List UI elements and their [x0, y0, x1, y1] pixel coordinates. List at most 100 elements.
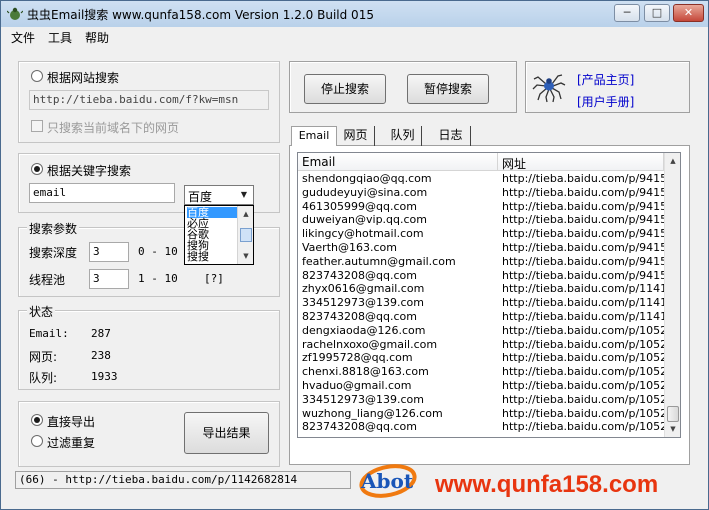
url-cell: http://tieba.baidu.com/p/1052907: [502, 351, 664, 365]
status-legend: 状态: [27, 303, 56, 320]
table-row[interactable]: rachelnxoxo@gmail.com http://tieba.baidu.…: [298, 338, 664, 352]
keyword-input[interactable]: email: [29, 183, 175, 203]
pause-search-button[interactable]: 暂停搜索: [407, 74, 489, 104]
minimize-button[interactable]: ─: [614, 4, 640, 22]
email-cell: chenxi.8818@163.com: [302, 365, 429, 379]
email-cell: wuzhong_liang@126.com: [302, 406, 443, 420]
table-row[interactable]: 334512973@139.com http://tieba.baidu.com/…: [298, 393, 664, 407]
url-cell: http://tieba.baidu.com/p/9415195: [502, 240, 664, 254]
dropdown-scroll-thumb[interactable]: [240, 228, 252, 242]
product-home-link[interactable]: [产品主页]: [577, 71, 634, 88]
same-domain-label: 只搜索当前域名下的网页: [47, 121, 180, 135]
table-row[interactable]: feather.autumn@gmail.com http://tieba.bai…: [298, 255, 664, 269]
menu-file[interactable]: 文件: [11, 29, 35, 46]
status-bar: (66) - http://tieba.baidu.com/p/11426828…: [15, 471, 351, 489]
depth-range: 0 - 10: [138, 245, 178, 258]
menu-tools[interactable]: 工具: [48, 29, 72, 46]
url-cell: http://tieba.baidu.com/p/1052907: [502, 337, 664, 351]
keyword-search-radio[interactable]: [31, 163, 43, 175]
filter-duplicate-radio[interactable]: [31, 435, 43, 447]
email-cell: hvaduo@gmail.com: [302, 378, 412, 392]
scroll-down-icon[interactable]: ▼: [665, 421, 680, 437]
url-cell: http://tieba.baidu.com/p/1052907: [502, 392, 664, 406]
table-row[interactable]: gududeyuyi@sina.com http://tieba.baidu.co…: [298, 186, 664, 200]
url-cell: http://tieba.baidu.com/p/1141788: [502, 296, 664, 310]
email-cell: 334512973@139.com: [302, 392, 424, 406]
user-manual-link[interactable]: [用户手册]: [577, 93, 634, 110]
email-cell: feather.autumn@gmail.com: [302, 254, 456, 268]
same-domain-checkbox[interactable]: [31, 120, 43, 132]
email-count-value: 287: [91, 327, 111, 340]
params-legend: 搜索参数: [27, 220, 80, 237]
menu-bar: 文件 工具 帮助: [1, 27, 708, 47]
abot-logo-text: Abot: [361, 469, 414, 493]
table-row[interactable]: 461305999@qq.com http://tieba.baidu.com/p…: [298, 200, 664, 214]
scroll-up-icon[interactable]: ▲: [238, 206, 253, 222]
tab-queue[interactable]: 队列: [384, 126, 422, 146]
direct-export-radio[interactable]: [31, 414, 43, 426]
email-cell: Vaerth@163.com: [302, 240, 397, 254]
app-window: 虫虫Email搜索 www.qunfa158.com Version 1.2.0…: [0, 0, 709, 510]
export-results-button[interactable]: 导出结果: [184, 412, 269, 454]
watermark-url: www.qunfa158.com: [435, 471, 659, 498]
engine-dropdown-list[interactable]: 百度 必应 谷歌 搜狗 搜搜 ▲ ▼: [184, 205, 254, 265]
email-cell: likingcy@hotmail.com: [302, 227, 424, 241]
site-url-field[interactable]: http://tieba.baidu.com/f?kw=msn: [29, 90, 269, 110]
page-count-label: 网页:: [29, 350, 58, 364]
site-search-radio[interactable]: [31, 70, 43, 82]
title-bar[interactable]: 虫虫Email搜索 www.qunfa158.com Version 1.2.0…: [1, 1, 708, 27]
email-cell: zf1995728@qq.com: [302, 351, 413, 365]
engine-option[interactable]: 搜搜: [187, 251, 237, 262]
table-row[interactable]: duweiyan@vip.qq.com http://tieba.baidu.co…: [298, 213, 664, 227]
dropdown-scrollbar[interactable]: ▲ ▼: [237, 206, 253, 264]
url-cell: http://tieba.baidu.com/p/9415195: [502, 227, 664, 241]
chevron-down-icon[interactable]: ▼: [236, 187, 252, 203]
table-row[interactable]: hvaduo@gmail.com http://tieba.baidu.com/p…: [298, 379, 664, 393]
column-header-email[interactable]: Email: [298, 153, 498, 171]
engine-selected-value: 百度: [188, 190, 213, 204]
table-row[interactable]: dengxiaoda@126.com http://tieba.baidu.com…: [298, 324, 664, 338]
table-row[interactable]: 823743208@qq.com http://tieba.baidu.com/p…: [298, 420, 664, 434]
direct-export-label: 直接导出: [47, 415, 96, 429]
list-scrollbar[interactable]: ▲ ▼: [664, 153, 680, 437]
table-row[interactable]: 823743208@qq.com http://tieba.baidu.com/p…: [298, 310, 664, 324]
url-cell: http://tieba.baidu.com/p/9415195: [502, 268, 664, 282]
tab-log[interactable]: 日志: [431, 126, 471, 146]
email-cell: 823743208@qq.com: [302, 420, 417, 434]
url-cell: http://tieba.baidu.com/p/9415195: [502, 185, 664, 199]
maximize-button[interactable]: □: [644, 4, 670, 22]
depth-input[interactable]: 3: [89, 242, 129, 262]
threads-input[interactable]: 3: [89, 269, 129, 289]
email-cell: 461305999@qq.com: [302, 199, 417, 213]
window-title: 虫虫Email搜索 www.qunfa158.com Version 1.2.0…: [27, 8, 374, 22]
threads-help-link[interactable]: [?]: [204, 272, 224, 285]
column-header-url[interactable]: 网址: [498, 153, 664, 171]
url-cell: http://tieba.baidu.com/p/1052907: [502, 323, 664, 337]
close-button[interactable]: ✕: [673, 4, 704, 22]
table-row[interactable]: shendongqiao@qq.com http://tieba.baidu.co…: [298, 172, 664, 186]
table-row[interactable]: likingcy@hotmail.com http://tieba.baidu.c…: [298, 227, 664, 241]
email-cell: 334512973@139.com: [302, 296, 424, 310]
scroll-down-icon[interactable]: ▼: [238, 248, 253, 264]
table-row[interactable]: chenxi.8818@163.com http://tieba.baidu.co…: [298, 365, 664, 379]
table-row[interactable]: 823743208@qq.com http://tieba.baidu.com/p…: [298, 269, 664, 283]
table-row[interactable]: zf1995728@qq.com http://tieba.baidu.com/p…: [298, 351, 664, 365]
menu-help[interactable]: 帮助: [85, 29, 109, 46]
table-row[interactable]: wuzhong_liang@126.com http://tieba.baidu.…: [298, 407, 664, 421]
stop-search-button[interactable]: 停止搜索: [304, 74, 386, 104]
table-row[interactable]: Vaerth@163.com http://tieba.baidu.com/p/9…: [298, 241, 664, 255]
queue-count-value: 1933: [91, 370, 118, 383]
tab-email[interactable]: Email: [291, 126, 337, 146]
tab-pages[interactable]: 网页: [337, 126, 375, 146]
bug-app-icon: [7, 7, 23, 20]
list-scroll-thumb[interactable]: [667, 406, 679, 422]
table-row[interactable]: zhyx0616@gmail.com http://tieba.baidu.com…: [298, 282, 664, 296]
page-count-value: 238: [91, 349, 111, 362]
keyword-search-label: 根据关键字搜索: [47, 164, 132, 178]
email-results-list[interactable]: Email 网址 shendongqiao@qq.com http://tieba…: [297, 152, 681, 438]
table-row[interactable]: 334512973@139.com http://tieba.baidu.com/…: [298, 296, 664, 310]
spider-icon: [532, 74, 566, 103]
engine-select[interactable]: 百度 ▼: [184, 185, 254, 205]
scroll-up-icon[interactable]: ▲: [665, 153, 680, 169]
queue-count-label: 队列:: [29, 371, 58, 385]
